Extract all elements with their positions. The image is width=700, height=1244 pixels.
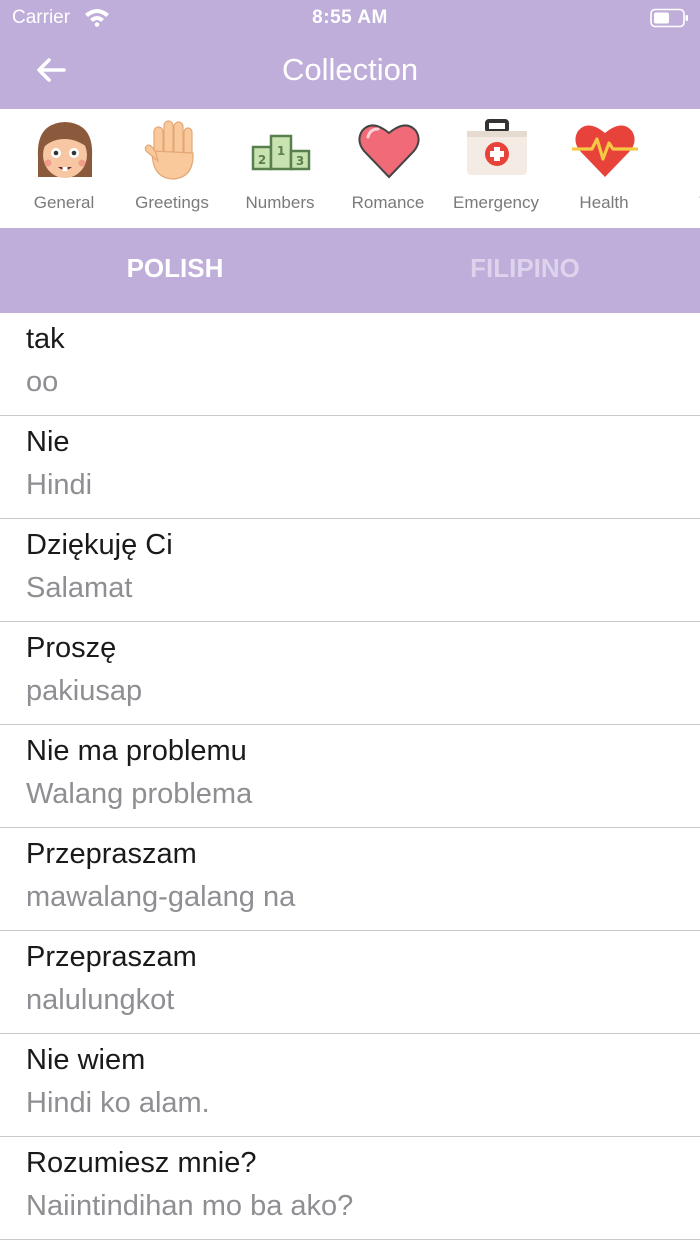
list-item[interactable]: Dziękuję Ci Salamat [0, 519, 700, 622]
phrase-source: Nie [26, 426, 70, 458]
category-general[interactable]: General [10, 109, 118, 228]
category-greetings[interactable]: Greetings [118, 109, 226, 228]
navigation-bar: Collection [0, 36, 700, 109]
phrase-translation: Hindi ko alam. [26, 1087, 210, 1119]
category-numbers[interactable]: 2 1 3 Numbers [226, 109, 334, 228]
category-label: General [33, 193, 95, 212]
language-tabs: POLISH FILIPINO [0, 228, 700, 313]
list-item[interactable]: Nie Hindi [0, 416, 700, 519]
tab-filipino[interactable]: FILIPINO [350, 228, 700, 313]
category-emergency[interactable]: Emergency [442, 109, 550, 228]
page-title: Collection [281, 52, 419, 87]
battery-icon [650, 8, 688, 28]
heart-icon [358, 124, 420, 179]
category-label: We [658, 193, 700, 213]
phrase-translation: Salamat [26, 572, 133, 604]
phrase-source: Nie wiem [26, 1044, 146, 1076]
svg-text:2: 2 [258, 153, 266, 167]
category-weather[interactable]: We [658, 109, 700, 228]
svg-text:3: 3 [296, 154, 304, 168]
phrase-translation: mawalang-galang na [26, 881, 296, 913]
list-item[interactable]: Proszę pakiusap [0, 622, 700, 725]
list-item[interactable]: Nie ma problemu Walang problema [0, 725, 700, 828]
category-label: Emergency [453, 193, 539, 212]
phrase-source: tak [26, 323, 65, 355]
category-label: Health [579, 193, 629, 212]
phrase-translation: Naiintindihan mo ba ako? [26, 1190, 354, 1222]
phrase-translation: Hindi [26, 469, 93, 501]
status-bar: Carrier 8:55 AM [0, 0, 700, 36]
phrase-translation: Walang problema [26, 778, 253, 810]
podium-numbers-icon: 2 1 3 [251, 134, 311, 171]
category-romance[interactable]: Romance [334, 109, 442, 228]
first-aid-kit-icon [467, 119, 527, 175]
clock: 8:55 AM [312, 7, 388, 28]
phrase-translation: pakiusap [26, 675, 143, 707]
svg-text:1: 1 [277, 144, 285, 158]
category-strip[interactable]: General Greetings 2 1 3 Numbers Romance … [0, 109, 700, 228]
list-item[interactable]: Rozumiesz mnie? Naiintindihan mo ba ako? [0, 1137, 700, 1240]
weather-icon [680, 117, 700, 183]
heartbeat-icon [572, 125, 638, 177]
tab-polish[interactable]: POLISH [0, 228, 350, 313]
phrase-source: Proszę [26, 632, 117, 664]
list-item[interactable]: Nie wiem Hindi ko alam. [0, 1034, 700, 1137]
phrase-source: Przepraszam [26, 838, 197, 870]
girl-face-icon [37, 122, 93, 178]
list-item[interactable]: Przepraszam nalulungkot [0, 931, 700, 1034]
category-health[interactable]: Health [550, 109, 658, 228]
list-item[interactable]: Przepraszam mawalang-galang na [0, 828, 700, 931]
phrase-list[interactable]: tak oo Nie Hindi Dziękuję Ci Salamat Pro… [0, 313, 700, 1240]
list-item[interactable]: tak oo [0, 313, 700, 416]
phrase-source: Nie ma problemu [26, 735, 247, 767]
category-label: Numbers [245, 193, 315, 212]
waving-hand-icon [144, 120, 194, 180]
phrase-translation: nalulungkot [26, 984, 175, 1016]
phrase-source: Rozumiesz mnie? [26, 1147, 257, 1179]
phrase-source: Przepraszam [26, 941, 197, 973]
phrase-translation: oo [26, 366, 59, 398]
category-label: Romance [351, 193, 425, 212]
phrase-source: Dziękuję Ci [26, 529, 173, 561]
category-label: Greetings [135, 193, 209, 212]
